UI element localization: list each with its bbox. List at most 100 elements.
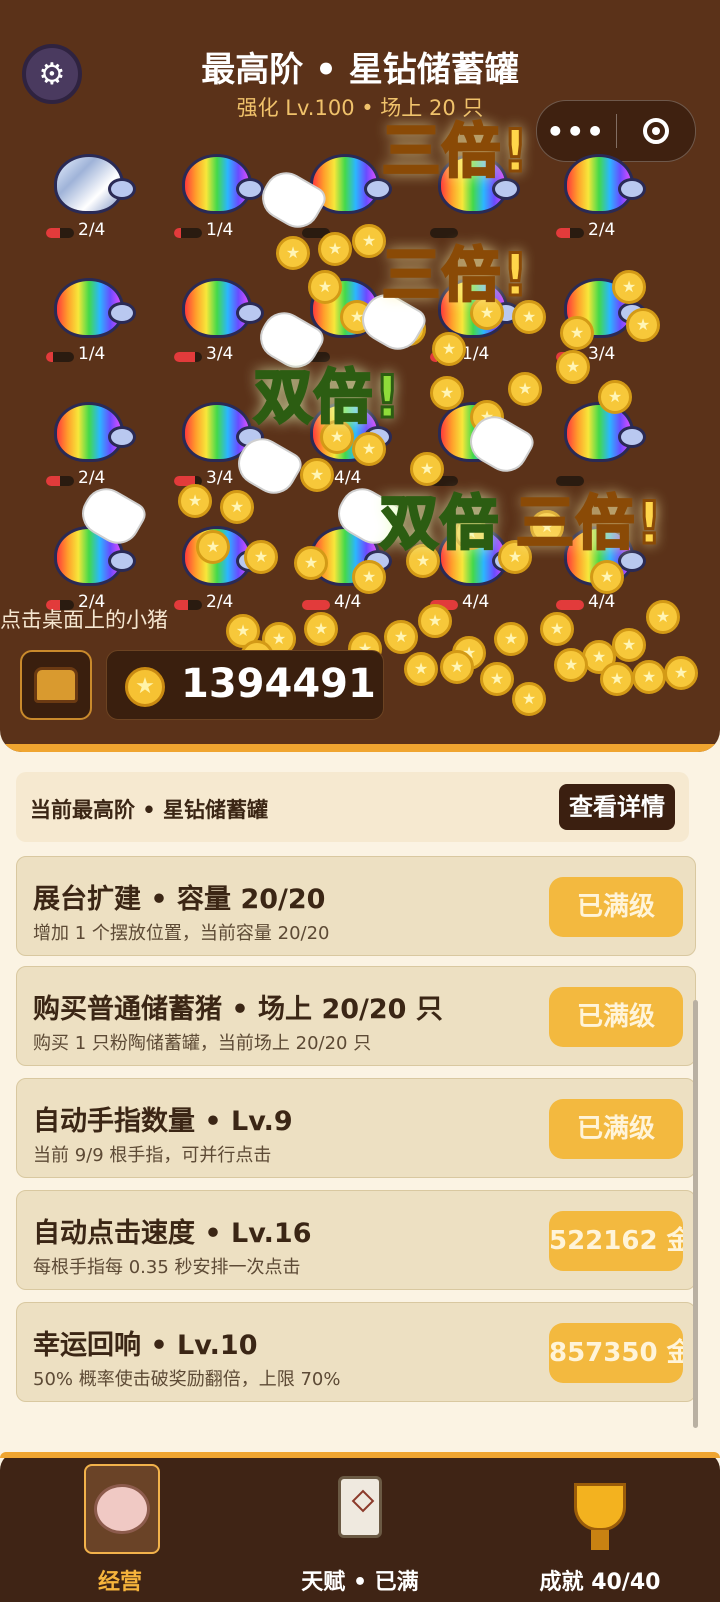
gold-coin-icon: ★ [196, 530, 230, 564]
pig-hit-count: 4/4 [588, 592, 616, 612]
gold-coin-icon: ★ [125, 667, 165, 707]
crack-progress [46, 476, 74, 486]
upgrade-title: 展台扩建 • 容量 20/20 [33, 884, 326, 915]
pig-hit-count: 4/4 [334, 468, 362, 488]
pig-hit-count: 3/4 [206, 468, 234, 488]
pig-snout [108, 550, 136, 572]
gold-coin-icon: ★ [664, 656, 698, 690]
gold-coin-icon: ★ [440, 650, 474, 684]
upgrade-row: 自动手指数量 • Lv.9 当前 9/9 根手指，可并行点击 已满级 [16, 1078, 696, 1178]
tab-talent[interactable]: 天赋 • 已满 [240, 1452, 480, 1602]
tab-label: 经营 [97, 1570, 142, 1595]
gold-coin-icon: ★ [560, 316, 594, 350]
gold-coin-icon: ★ [632, 660, 666, 694]
scrollbar[interactable] [693, 1000, 698, 1428]
crack-progress [556, 228, 584, 238]
upgrade-button[interactable]: 已满级 [549, 987, 683, 1047]
piggy-bank[interactable]: 1/4 [38, 270, 148, 380]
triple-bonus-text: 三倍! [380, 240, 531, 311]
treasure-chest-icon [34, 667, 78, 703]
upgrade-button[interactable]: 已满级 [549, 877, 683, 937]
piggy-bank[interactable]: 2/4 [548, 146, 658, 256]
game-board-area: ⚙ 最高阶 • 星钻储蓄罐 强化 Lv.100 • 场上 20 只 ••• 2/… [0, 0, 720, 752]
pig-snout [108, 302, 136, 324]
pig-hit-count: 4/4 [462, 592, 490, 612]
gold-coin-icon: ★ [600, 662, 634, 696]
gold-amount: 1394491 [181, 661, 376, 707]
upgrade-button[interactable]: 857350 金 [549, 1323, 683, 1383]
crack-progress [302, 600, 330, 610]
upgrade-row: 自动点击速度 • Lv.16 每根手指每 0.35 秒安排一次点击 522162 金 [16, 1190, 696, 1290]
gold-coin-icon: ★ [598, 380, 632, 414]
piggy-bank[interactable]: 2/4 [38, 146, 148, 256]
upgrade-description: 购买 1 只粉陶储蓄罐，当前场上 20/20 只 [33, 1033, 372, 1054]
gold-coin-icon: ★ [418, 604, 452, 638]
gold-coin-icon: ★ [554, 648, 588, 682]
tab-management[interactable]: 经营 [0, 1452, 240, 1602]
upgrade-row: 购买普通储蓄猪 • 场上 20/20 只购买 1 只粉陶储蓄罐，当前场上 20/… [16, 966, 696, 1066]
pig-snout [236, 302, 264, 324]
pig-hit-count: 1/4 [78, 344, 106, 364]
gold-coin-icon: ★ [612, 628, 646, 662]
pig-snout [236, 178, 264, 200]
current-tier-label: 当前最高阶 • 星钻储蓄罐 [30, 798, 269, 822]
more-button[interactable]: ••• [537, 115, 616, 148]
gold-coin-icon: ★ [612, 270, 646, 304]
crack-progress [174, 228, 202, 238]
gold-coin-icon: ★ [220, 490, 254, 524]
pig-hit-count: 2/4 [78, 468, 106, 488]
gold-coin-icon: ★ [304, 612, 338, 646]
crack-progress [46, 228, 74, 238]
crack-progress [174, 600, 202, 610]
gold-coin-icon: ★ [556, 350, 590, 384]
pig-snout [108, 178, 136, 200]
tab-label: 天赋 • 已满 [301, 1570, 419, 1595]
upgrade-description: 每根手指每 0.35 秒安排一次点击 [33, 1257, 301, 1278]
piggy-bank-icon [84, 1464, 160, 1554]
gold-coin-icon: ★ [480, 662, 514, 696]
treasure-chest-button[interactable] [20, 650, 92, 720]
double-bonus-text: 双倍! [252, 362, 403, 433]
close-button[interactable] [617, 118, 696, 144]
gold-coin-icon: ★ [352, 432, 386, 466]
upgrade-title: 幸运回响 • Lv.10 [33, 1330, 258, 1361]
gold-coin-icon: ★ [512, 682, 546, 716]
upgrade-description: 当前 9/9 根手指，可并行点击 [33, 1145, 272, 1166]
scroll-icon [324, 1464, 396, 1550]
pig-snout [108, 426, 136, 448]
upgrade-description: 增加 1 个摆放位置，当前容量 20/20 [33, 923, 330, 944]
gold-coin-icon: ★ [404, 652, 438, 686]
gold-coin-icon: ★ [178, 484, 212, 518]
gold-coin-icon: ★ [494, 622, 528, 656]
gold-coin-icon: ★ [540, 612, 574, 646]
gold-coin-icon: ★ [590, 560, 624, 594]
crack-progress [556, 600, 584, 610]
gold-coin-icon: ★ [626, 308, 660, 342]
gold-coin-icon: ★ [646, 600, 680, 634]
pig-hit-count: 3/4 [206, 344, 234, 364]
crack-progress [174, 352, 202, 362]
page-title: 最高阶 • 星钻储蓄罐 [201, 50, 519, 90]
gold-coin-icon: ★ [432, 332, 466, 366]
upgrade-button[interactable]: 已满级 [549, 1099, 683, 1159]
gold-counter: ★ 1394491 [106, 650, 384, 720]
gold-coin-icon: ★ [430, 376, 464, 410]
pig-hit-count: 3/4 [588, 344, 616, 364]
trophy-icon [564, 1464, 636, 1550]
upgrade-title: 购买普通储蓄猪 • 场上 20/20 只 [33, 994, 443, 1025]
upgrade-button[interactable]: 522162 金 [549, 1211, 683, 1271]
pig-hit-count: 4/4 [334, 592, 362, 612]
gold-coin-icon: ★ [352, 560, 386, 594]
piggy-bank[interactable]: 1/4 [166, 146, 276, 256]
upgrade-row: 幸运回响 • Lv.10 50% 概率使击破奖励翻倍，上限 70% 857350 金 [16, 1302, 696, 1402]
pig-hit-count: 2/4 [588, 220, 616, 240]
pig-hit-count: 2/4 [78, 220, 106, 240]
gold-coin-icon: ★ [244, 540, 278, 574]
piggy-bank[interactable]: 2/4 [38, 394, 148, 504]
view-details-button[interactable]: 查看详情 [559, 784, 675, 830]
gold-coin-icon: ★ [508, 372, 542, 406]
pig-hit-count: 1/4 [462, 344, 490, 364]
pig-hit-count: 1/4 [206, 220, 234, 240]
tab-achievements[interactable]: 成就 40/40 [480, 1452, 720, 1602]
gold-coin-icon: ★ [294, 546, 328, 580]
